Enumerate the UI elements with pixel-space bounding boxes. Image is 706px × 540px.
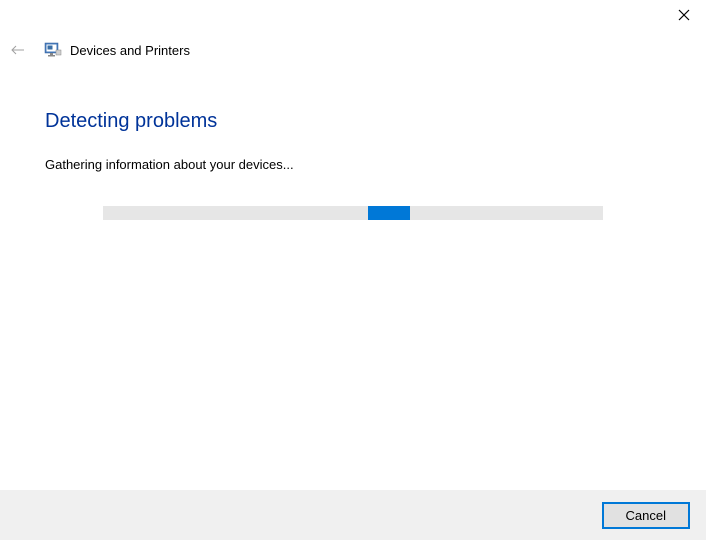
footer-bar: Cancel [0,490,706,540]
progress-bar-fill [368,206,410,220]
window-title: Devices and Printers [70,43,190,58]
progress-bar-track [103,206,603,220]
devices-printers-icon [44,41,62,59]
close-icon [678,9,690,21]
cancel-button[interactable]: Cancel [602,502,690,529]
title-bar [0,0,706,30]
close-button[interactable] [674,5,694,25]
header-row: Devices and Printers [0,30,706,62]
back-arrow-icon [10,42,26,58]
title-group: Devices and Printers [44,41,190,59]
main-content: Detecting problems Gathering information… [0,62,706,220]
status-text: Gathering information about your devices… [45,157,661,172]
page-heading: Detecting problems [45,110,661,133]
back-button[interactable] [6,38,30,62]
